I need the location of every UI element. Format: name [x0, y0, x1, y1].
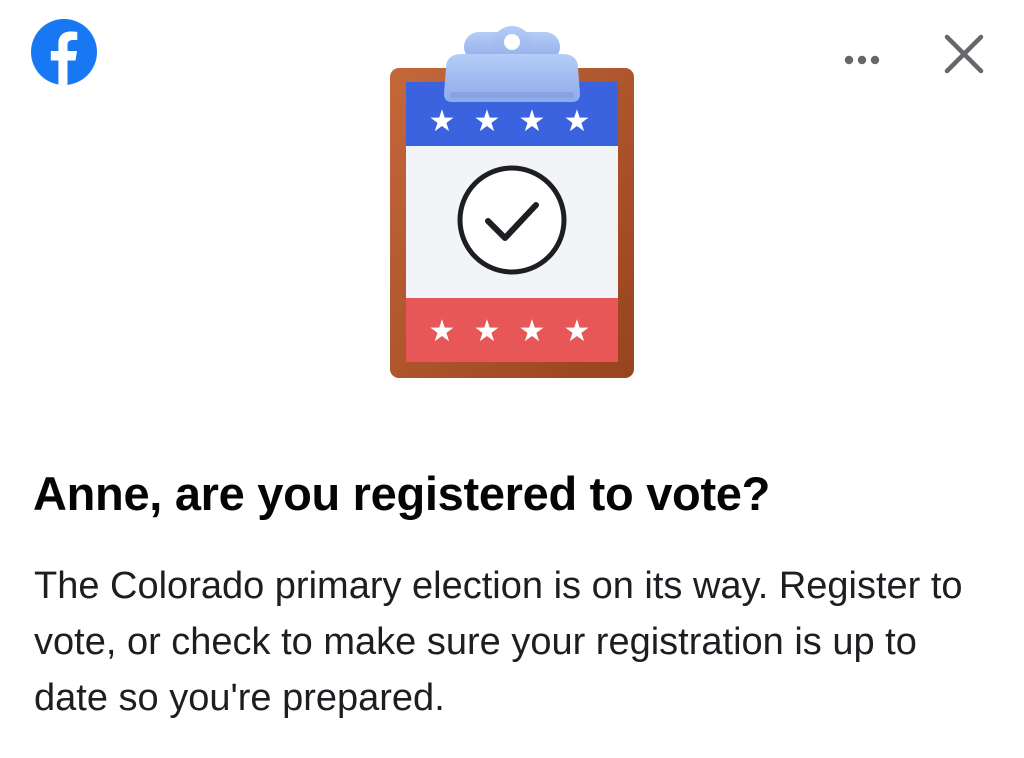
svg-text:★: ★: [429, 314, 456, 349]
svg-text:★: ★: [564, 314, 591, 349]
body-text: The Colorado primary election is on its …: [34, 565, 963, 719]
svg-text:★: ★: [429, 104, 456, 139]
svg-text:★: ★: [519, 104, 546, 139]
voter-registration-card: ★ ★ ★ ★ ★ ★ ★ ★ Anne, are you registered…: [0, 0, 1024, 758]
more-options-button[interactable]: [833, 40, 891, 80]
headline: Anne, are you registered to vote?: [33, 467, 771, 520]
svg-text:★: ★: [519, 314, 546, 349]
more-horizontal-icon: [844, 55, 880, 65]
svg-text:★: ★: [474, 314, 501, 349]
close-icon: [944, 34, 984, 74]
facebook-logo-icon: [31, 19, 97, 85]
svg-text:★: ★: [564, 104, 591, 139]
svg-text:★: ★: [474, 104, 501, 139]
voting-clipboard-checkmark-icon: ★ ★ ★ ★ ★ ★ ★ ★: [390, 26, 634, 378]
close-button[interactable]: [936, 26, 992, 82]
